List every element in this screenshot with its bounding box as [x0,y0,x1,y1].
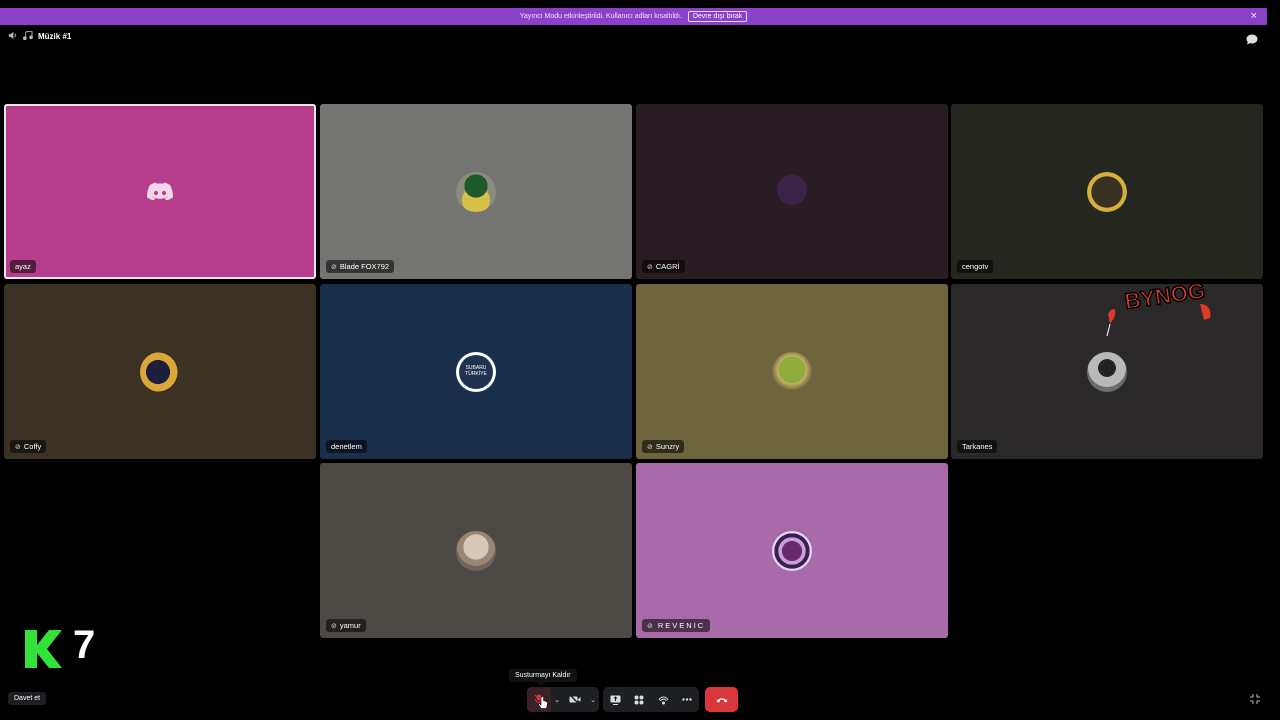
participant-tile-cengotv[interactable]: cengotv [951,104,1263,279]
k-logo-icon [25,630,62,668]
avatar [456,530,496,571]
participant-name: ayaz [10,260,36,273]
camera-off-button[interactable] [563,687,587,712]
participant-tile-coffy[interactable]: ⊘ Coffy [4,284,316,459]
participant-name: ⊘ Sunzry [642,440,685,453]
participant-name: ⊘ Blade FOX792 [326,260,395,273]
mic-options-chevron-icon[interactable]: ⌄ [551,687,563,712]
hang-up-icon [716,697,727,702]
streamer-mode-banner: Yayıncı Modu etkinleştirildi. Kullanıcı … [0,8,1267,25]
participant-tile-cagri[interactable]: ⊘ CAGRİ [636,104,948,279]
subaru-logo-avatar: SUBARU TÜRKİYE [456,351,496,392]
discord-logo-icon [140,172,180,212]
speaker-icon [8,31,17,42]
activity-controls [603,687,699,712]
participant-tile-sunzry[interactable]: ⊘ Sunzry [636,284,948,459]
participant-name: ⊘ yamur [326,619,366,632]
music-note-icon [22,30,33,42]
invite-button[interactable]: Davet et [8,692,47,705]
screen-share-button[interactable] [603,687,627,712]
participant-name: cengotv [957,260,994,273]
avatar [456,171,496,212]
participant-tile-denetlem[interactable]: SUBARU TÜRKİYE denetlem [320,284,632,459]
activities-button[interactable] [627,687,651,712]
avatar [772,171,812,212]
banner-message: Yayıncı Modu etkinleştirildi. Kullanıcı … [519,13,682,20]
avatar [140,351,180,392]
participant-name: ⊘ CAGRİ [642,260,685,273]
exit-fullscreen-icon[interactable] [1250,694,1260,704]
participant-name: denetlem [326,440,367,453]
disconnect-button[interactable] [705,687,738,712]
participant-name: ⊘ Coffy [10,440,47,453]
disable-streamer-mode-button[interactable]: Devre dışı bırak [687,11,748,22]
deafened-icon: ⊘ [15,443,21,451]
participant-name: Tarkanes [957,440,998,453]
mic-muted-icon: ⊘ [647,263,653,271]
sticker-text: BYNOG [1123,280,1206,314]
avatar [1087,351,1127,392]
participant-tile-revenic[interactable]: ⊘ REVENIC [636,463,948,638]
participant-tile-blade[interactable]: ⊘ Blade FOX792 [320,104,632,279]
avatar [1087,171,1127,212]
participant-tile-ayaz[interactable]: ayaz [4,104,316,279]
mic-muted-icon: ⊘ [647,443,653,451]
soundboard-button[interactable] [651,687,675,712]
mouse-cursor-icon [538,696,548,709]
participant-tile-yamur[interactable]: ⊘ yamur [320,463,632,638]
bynog-sticker: BYNOG [1106,280,1211,337]
unmute-tooltip: Susturmayı Kaldır [509,669,577,686]
logo-number: 7 [73,623,96,667]
chat-icon[interactable] [1246,32,1258,45]
close-banner-icon[interactable]: × [1251,10,1257,22]
subaru-logo-line2: TÜRKİYE [465,370,487,377]
more-options-icon[interactable] [675,687,699,712]
avatar [772,351,812,392]
participant-name: ⊘ REVENIC [642,619,711,632]
mic-muted-icon: ⊘ [331,622,337,630]
mic-muted-icon: ⊘ [647,622,655,630]
channel-header: Müzik #1 [8,30,71,42]
avatar [772,530,812,571]
camera-options-chevron-icon[interactable]: ⌄ [587,687,599,712]
channel-name[interactable]: Müzik #1 [38,32,71,41]
mic-muted-icon: ⊘ [331,263,337,271]
